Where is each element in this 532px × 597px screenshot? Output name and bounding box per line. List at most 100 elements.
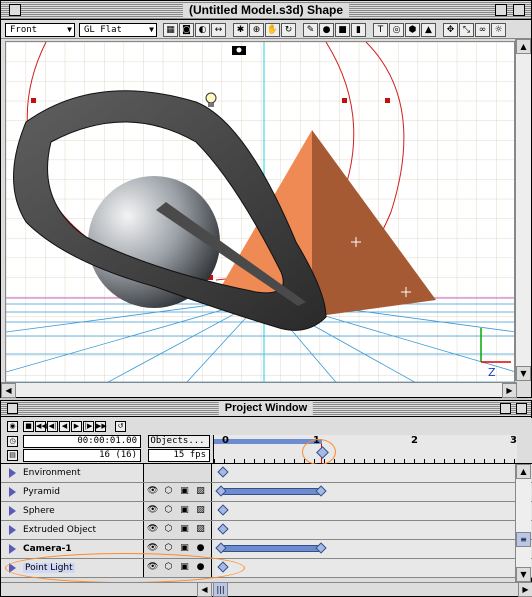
cube-icon[interactable]: ⬡ — [163, 543, 174, 554]
grid-icon[interactable]: ▦ — [163, 23, 178, 37]
step-back-icon[interactable]: ◀| — [47, 421, 58, 432]
scroll-right-arrow-icon[interactable]: ▶ — [502, 383, 517, 398]
expand-triangle-icon[interactable] — [9, 544, 16, 554]
scroll-right-arrow-icon[interactable]: ▶ — [518, 582, 532, 597]
shading-icon[interactable]: ● — [195, 543, 206, 554]
link-icon[interactable]: ∞ — [475, 23, 490, 37]
rotate-icon[interactable]: ↻ — [281, 23, 296, 37]
animation-bar[interactable] — [221, 545, 321, 552]
keyframe[interactable] — [217, 523, 229, 535]
row-timeline[interactable] — [215, 483, 517, 501]
material-icon[interactable]: ▣ — [179, 524, 190, 535]
eye-icon[interactable]: 👁 — [147, 524, 158, 535]
row-timeline[interactable] — [215, 464, 517, 482]
row-name[interactable]: Environment — [1, 464, 144, 482]
cube-icon[interactable]: ■ — [335, 23, 350, 37]
fast-forward-icon[interactable]: ▶▶ — [95, 421, 107, 432]
scroll-left-arrow-icon[interactable]: ◀ — [1, 383, 16, 398]
expand-triangle-icon[interactable] — [9, 525, 16, 535]
eye-icon[interactable]: 👁 — [147, 505, 158, 516]
vertical-scrollbar[interactable]: ▲ ▼ — [515, 39, 531, 381]
eye-icon[interactable]: 👁 — [147, 486, 158, 497]
cube-icon[interactable]: ⬡ — [163, 505, 174, 516]
row-timeline[interactable] — [215, 521, 517, 539]
keyframe[interactable] — [217, 466, 229, 478]
row-timeline[interactable] — [215, 502, 517, 520]
list-item[interactable]: Sphere 👁 ⬡ ▣ ▨ — [1, 502, 532, 521]
zoom-icon[interactable]: ⊕ — [249, 23, 264, 37]
cube-icon[interactable]: ⬡ — [163, 524, 174, 535]
loop-icon[interactable]: ↺ — [115, 421, 126, 432]
project-horizontal-scrollbar[interactable]: ◀ ||| ▶ — [1, 582, 532, 597]
shading-icon[interactable]: ▨ — [195, 505, 206, 516]
pen-icon[interactable]: ✎ — [303, 23, 318, 37]
keyframe[interactable] — [217, 504, 229, 516]
time-field[interactable]: 00:00:01.00 — [23, 435, 141, 448]
close-box[interactable] — [9, 4, 21, 16]
collapse-box[interactable] — [516, 403, 527, 414]
zoom-box[interactable] — [495, 4, 507, 16]
shading-icon[interactable]: ▨ — [195, 524, 206, 535]
scroll-down-arrow-icon[interactable]: ▼ — [516, 366, 531, 381]
row-name[interactable]: Sphere — [1, 502, 144, 520]
timeline-ruler[interactable]: 0 1 2 3 — [213, 435, 518, 465]
list-item[interactable]: Environment — [1, 464, 532, 483]
zoom-box[interactable] — [500, 403, 511, 414]
close-box[interactable] — [7, 403, 18, 414]
gear-icon[interactable]: ✱ — [233, 23, 248, 37]
material-icon[interactable]: ▣ — [179, 486, 190, 497]
row-name[interactable]: Pyramid — [1, 483, 144, 501]
project-vertical-scrollbar[interactable]: ▲ ≡ ▼ — [515, 464, 531, 582]
row-timeline[interactable] — [215, 559, 517, 577]
material-icon[interactable]: ▣ — [179, 543, 190, 554]
lathe-icon[interactable]: ◎ — [389, 23, 404, 37]
viewport[interactable]: Z — [5, 41, 515, 393]
frame-field[interactable]: 16 (16) — [23, 449, 141, 462]
scroll-thumb[interactable]: ||| — [213, 582, 228, 597]
text-icon[interactable]: T — [373, 23, 388, 37]
rewind-icon[interactable]: ◀◀ — [35, 421, 47, 432]
extrude-icon[interactable]: ⬢ — [405, 23, 420, 37]
list-item[interactable]: Extruded Object 👁 ⬡ ▣ ▨ — [1, 521, 532, 540]
move-icon[interactable]: ✥ — [443, 23, 458, 37]
cube-icon[interactable]: ⬡ — [163, 486, 174, 497]
fps-field[interactable]: 15 fps — [148, 449, 210, 462]
sphere-icon[interactable]: ● — [319, 23, 334, 37]
hand-icon[interactable]: ✋ — [265, 23, 280, 37]
expand-triangle-icon[interactable] — [9, 506, 16, 516]
list-item[interactable]: Point Light 👁 ⬡ ▣ ● — [1, 553, 532, 583]
light-bulb-icon[interactable] — [205, 92, 217, 104]
expand-triangle-icon[interactable] — [9, 487, 16, 497]
row-name[interactable]: Extruded Object — [1, 521, 144, 539]
scroll-thumb[interactable]: ≡ — [516, 532, 531, 547]
handle[interactable] — [31, 98, 36, 103]
shading-icon[interactable]: ▨ — [195, 486, 206, 497]
play-back-icon[interactable]: ◀ — [59, 421, 70, 432]
objects-button[interactable]: Objects... — [148, 435, 210, 448]
step-forward-icon[interactable]: |▶ — [83, 421, 94, 432]
expand-triangle-icon[interactable] — [9, 468, 16, 478]
handle[interactable] — [385, 98, 390, 103]
horizontal-scrollbar[interactable]: ◀ ▶ — [1, 382, 517, 398]
cylinder-icon[interactable]: ▮ — [351, 23, 366, 37]
scroll-left-arrow-icon[interactable]: ◀ — [197, 582, 212, 597]
list-item[interactable]: Pyramid 👁 ⬡ ▣ ▨ — [1, 483, 532, 502]
material-icon[interactable]: ▣ — [179, 505, 190, 516]
collapse-box[interactable] — [513, 4, 525, 16]
view-select[interactable]: Front ▼ — [5, 23, 75, 37]
scroll-up-arrow-icon[interactable]: ▲ — [516, 39, 531, 54]
scroll-down-arrow-icon[interactable]: ▼ — [516, 567, 531, 582]
stop-icon[interactable]: ■ — [23, 421, 34, 432]
render-select[interactable]: GL Flat ▼ — [79, 23, 157, 37]
light-icon[interactable]: ◐ — [195, 23, 210, 37]
scroll-up-arrow-icon[interactable]: ▲ — [516, 464, 531, 479]
scale-icon[interactable]: ⤡ — [459, 23, 474, 37]
project-titlebar[interactable]: Project Window — [1, 401, 531, 417]
animation-bar[interactable] — [221, 488, 321, 495]
shape-titlebar[interactable]: (Untitled Model.s3d) Shape — [1, 1, 531, 20]
camera-icon[interactable]: ◙ — [179, 23, 194, 37]
axis-icon[interactable]: ↔ — [211, 23, 226, 37]
cone-icon[interactable]: ▲ — [421, 23, 436, 37]
render-icon[interactable]: ☼ — [491, 23, 506, 37]
play-icon[interactable]: ▶ — [71, 421, 82, 432]
